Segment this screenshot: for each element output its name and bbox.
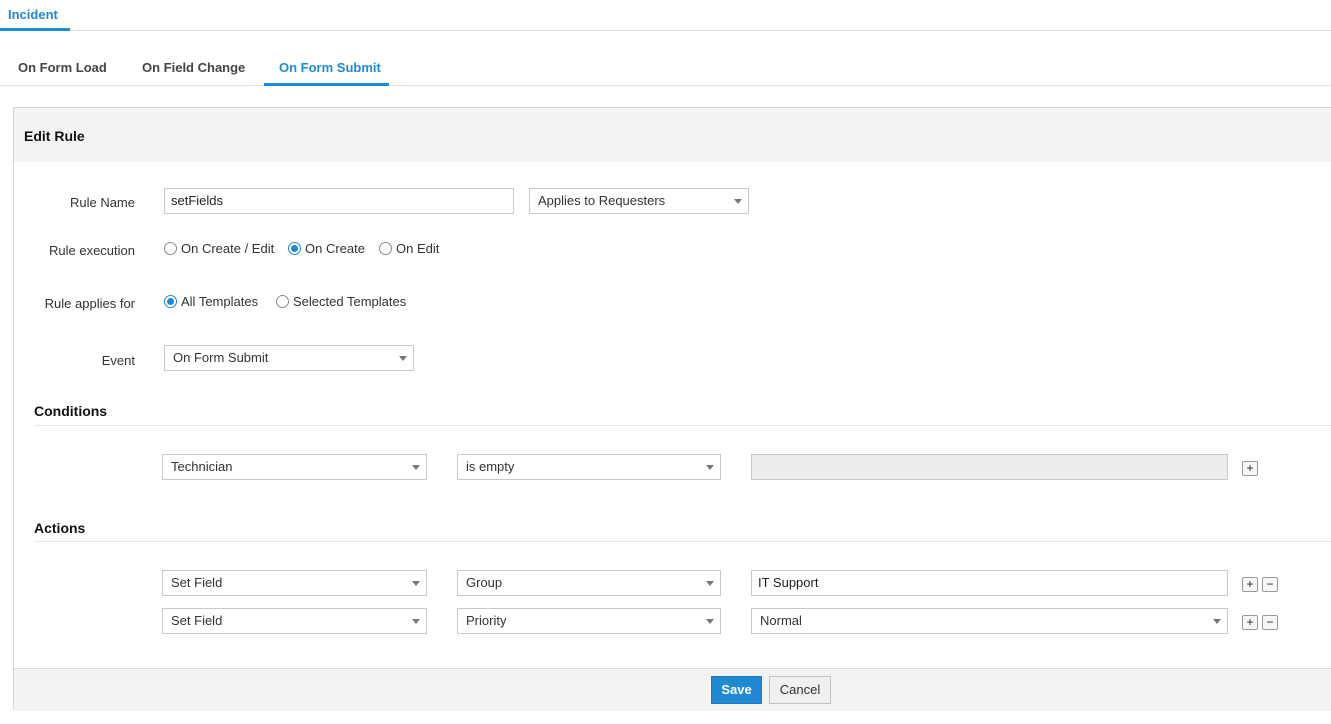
tab-on-form-load[interactable]: On Form Load xyxy=(18,60,107,75)
chevron-down-icon xyxy=(1213,619,1221,624)
tab-on-form-submit[interactable]: On Form Submit xyxy=(279,60,381,75)
active-tab-underline xyxy=(264,83,389,86)
radio-on-create[interactable]: On Create xyxy=(288,241,365,256)
panel-footer: Save Cancel xyxy=(14,668,1331,711)
chevron-down-icon xyxy=(734,199,742,204)
event-label: Event xyxy=(101,353,135,368)
rule-applies-for-radio-group: All Templates Selected Templates xyxy=(164,294,564,312)
save-button[interactable]: Save xyxy=(711,676,762,704)
chevron-down-icon xyxy=(706,581,714,586)
action-field-select[interactable]: Group xyxy=(457,570,721,596)
rule-event-tabs: On Form Load On Field Change On Form Sub… xyxy=(0,31,1331,86)
event-select[interactable]: On Form Submit xyxy=(164,345,414,371)
action-type-value: Set Field xyxy=(171,575,223,590)
radio-button-selected[interactable] xyxy=(164,295,177,308)
chevron-down-icon xyxy=(399,356,407,361)
panel-header: Edit Rule xyxy=(14,108,1331,162)
action-value-select[interactable]: Normal xyxy=(751,608,1228,634)
chevron-down-icon xyxy=(412,581,420,586)
edit-rule-panel: Edit Rule Rule Name setFields Applies to… xyxy=(13,107,1331,711)
add-condition-button[interactable]: + xyxy=(1242,461,1258,476)
radio-button-selected[interactable] xyxy=(288,242,301,255)
radio-on-edit[interactable]: On Edit xyxy=(379,241,439,256)
applies-to-value: Applies to Requesters xyxy=(538,193,666,208)
event-value: On Form Submit xyxy=(173,350,269,365)
chevron-down-icon xyxy=(706,465,714,470)
action-type-value: Set Field xyxy=(171,613,223,628)
radio-label: On Edit xyxy=(396,241,440,256)
remove-action-button[interactable]: − xyxy=(1262,577,1278,592)
module-tabbar: Incident xyxy=(0,0,1331,31)
rule-execution-label: Rule execution xyxy=(49,243,135,258)
action-type-select[interactable]: Set Field xyxy=(162,608,427,634)
actions-title: Actions xyxy=(34,520,86,536)
action-value: Normal xyxy=(760,613,802,628)
add-action-button[interactable]: + xyxy=(1242,577,1258,592)
panel-title: Edit Rule xyxy=(24,128,85,144)
action-value-input[interactable]: IT Support xyxy=(751,570,1228,596)
chevron-down-icon xyxy=(412,465,420,470)
radio-label: All Templates xyxy=(181,294,259,309)
radio-selected-templates[interactable]: Selected Templates xyxy=(276,294,406,309)
radio-all-templates[interactable]: All Templates xyxy=(164,294,258,309)
condition-field-select[interactable]: Technician xyxy=(162,454,427,480)
condition-operator-select[interactable]: is empty xyxy=(457,454,721,480)
chevron-down-icon xyxy=(412,619,420,624)
actions-divider xyxy=(34,541,1331,542)
remove-action-button[interactable]: − xyxy=(1262,615,1278,630)
conditions-title: Conditions xyxy=(34,403,108,419)
chevron-down-icon xyxy=(706,619,714,624)
radio-button[interactable] xyxy=(164,242,177,255)
condition-operator-value: is empty xyxy=(466,459,515,474)
action-field-value: Priority xyxy=(466,613,507,628)
rule-name-input[interactable]: setFields xyxy=(164,188,514,214)
radio-label: On Create xyxy=(305,241,365,256)
rule-name-label: Rule Name xyxy=(69,195,135,210)
applies-to-select[interactable]: Applies to Requesters xyxy=(529,188,749,214)
radio-button[interactable] xyxy=(379,242,392,255)
rule-applies-for-label: Rule applies for xyxy=(44,296,135,311)
condition-field-value: Technician xyxy=(171,459,233,474)
module-tab-incident[interactable]: Incident xyxy=(8,7,58,22)
cancel-button[interactable]: Cancel xyxy=(769,676,831,704)
action-field-select[interactable]: Priority xyxy=(457,608,721,634)
radio-label: On Create / Edit xyxy=(181,241,275,256)
radio-on-create-edit[interactable]: On Create / Edit xyxy=(164,241,274,256)
radio-button[interactable] xyxy=(276,295,289,308)
add-action-button[interactable]: + xyxy=(1242,615,1258,630)
rule-execution-radio-group: On Create / Edit On Create On Edit xyxy=(164,241,564,259)
conditions-divider xyxy=(34,425,1331,426)
action-field-value: Group xyxy=(466,575,503,590)
action-type-select[interactable]: Set Field xyxy=(162,570,427,596)
radio-label: Selected Templates xyxy=(293,294,407,309)
condition-value-input-disabled xyxy=(751,454,1228,480)
tab-on-field-change[interactable]: On Field Change xyxy=(142,60,245,75)
